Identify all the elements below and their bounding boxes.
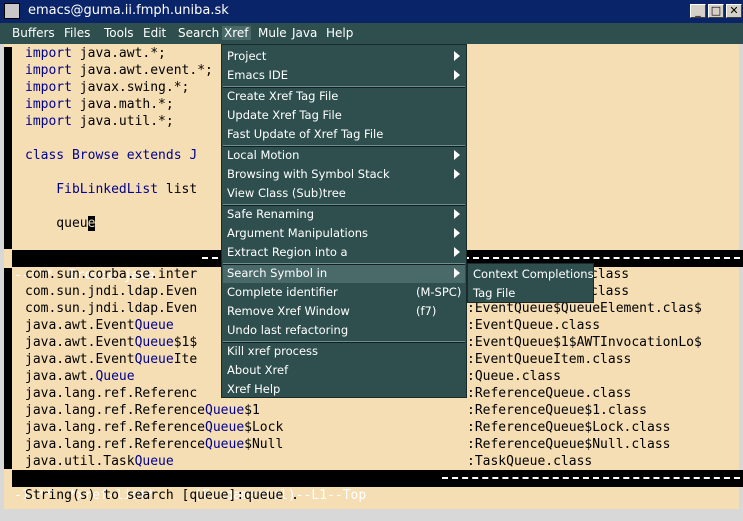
menu-separator [223, 204, 465, 206]
menu-xref[interactable]: Xref [222, 26, 251, 40]
mode-line-bottom[interactable]: -1:** *xref-list* (Fundamental)--L1--Top [12, 470, 743, 503]
list-item-file: class [590, 284, 630, 299]
menu-separator [223, 341, 465, 343]
menu-help[interactable]: Help [326, 26, 353, 40]
list-item-file: :EventQueueItem.class [467, 352, 632, 367]
code-line: class Browse extends J [25, 148, 198, 163]
close-button[interactable]: ✕ [726, 4, 742, 18]
list-item-file: :ReferenceQueue$Null.class [467, 437, 671, 452]
menu-item-symbol-stack[interactable]: Browsing with Symbol Stack [227, 167, 390, 181]
menu-item-argument-manipulations[interactable]: Argument Manipulations [227, 226, 368, 240]
maximize-button[interactable]: □ [708, 4, 724, 18]
code-line: FibLinkedList list [25, 182, 198, 197]
shortcut-label: (M-SPC) [416, 285, 462, 299]
list-item-file: :ReferenceQueue.class [467, 386, 632, 401]
menu-item-extract-region[interactable]: Extract Region into a [227, 245, 348, 259]
menu-files[interactable]: Files [64, 26, 90, 40]
code-line: queue [25, 216, 96, 231]
app-icon[interactable] [4, 3, 20, 19]
code-line: import java.awt.event.*; [25, 63, 213, 78]
submenu-arrow-icon [454, 247, 460, 257]
menu-tools[interactable]: Tools [104, 26, 134, 40]
menu-mule[interactable]: Mule [258, 26, 287, 40]
menu-item-update-tag-file[interactable]: Update Xref Tag File [227, 108, 342, 122]
xref-dropdown-menu: Project Emacs IDE Create Xref Tag File U… [221, 44, 467, 398]
menu-edit[interactable]: Edit [143, 26, 166, 40]
submenu-arrow-icon [454, 228, 460, 238]
submenu-item-context-completions[interactable]: Context Completions [473, 267, 594, 281]
menu-item-project[interactable]: Project [227, 49, 266, 63]
list-item: java.awt.Queue [25, 369, 135, 384]
menu-buffers[interactable]: Buffers [12, 26, 55, 40]
code-line: import java.util.*; [25, 114, 174, 129]
menu-item-create-tag-file[interactable]: Create Xref Tag File [227, 89, 338, 103]
submenu-arrow-icon [454, 70, 460, 80]
code-line: import java.awt.*; [25, 46, 166, 61]
window-title: emacs@guma.ii.fmph.uniba.sk [28, 3, 229, 18]
mode-line-dashes [442, 477, 740, 481]
menu-java[interactable]: Java [292, 26, 317, 40]
menu-item-remove-xref-window[interactable]: Remove Xref Window [227, 304, 350, 318]
menu-item-safe-renaming[interactable]: Safe Renaming [227, 207, 314, 221]
list-item: com.sun.jndi.ldap.Even [25, 301, 198, 316]
shortcut-label: (f7) [416, 304, 437, 318]
list-item: java.lang.ref.ReferenceQueue$1 [25, 403, 260, 418]
search-symbol-submenu: Context Completions Tag File [467, 263, 594, 303]
list-item-file: class [590, 267, 630, 282]
list-item: com.sun.corba.se.inter [25, 267, 198, 282]
menu-search[interactable]: Search [178, 26, 219, 40]
list-item: java.awt.EventQueue [25, 318, 174, 333]
menu-item-about-xref[interactable]: About Xref [227, 363, 288, 377]
list-item: com.sun.jndi.ldap.Even [25, 284, 198, 299]
list-item: java.lang.ref.ReferenceQueue$Null [25, 437, 284, 452]
submenu-arrow-icon [454, 150, 460, 160]
code-line: import java.math.*; [25, 97, 174, 112]
submenu-arrow-icon [454, 51, 460, 61]
submenu-arrow-icon [454, 169, 460, 179]
menu-item-search-symbol[interactable]: Search Symbol in [227, 266, 327, 280]
menu-item-complete-identifier[interactable]: Complete identifier [227, 285, 338, 299]
list-item: java.util.TaskQueue [25, 454, 174, 469]
code-line: import javax.swing.*; [25, 80, 190, 95]
menu-item-emacs-ide[interactable]: Emacs IDE [227, 68, 288, 82]
minimize-button[interactable]: _ [690, 4, 706, 18]
minibuffer[interactable]: String(s) to search [queue]:queue . [25, 487, 299, 504]
list-item-file: :EventQueue$1$AWTInvocationLo$ [467, 335, 702, 350]
menu-item-kill-xref[interactable]: Kill xref process [227, 344, 318, 358]
menu-item-fast-update[interactable]: Fast Update of Xref Tag File [227, 127, 383, 141]
list-item: java.awt.EventQueueIte [25, 352, 198, 367]
list-item-file: :Queue.class [467, 369, 561, 384]
menu-separator [223, 145, 465, 147]
menu-item-local-motion[interactable]: Local Motion [227, 148, 299, 162]
menu-item-undo-refactoring[interactable]: Undo last refactoring [227, 323, 348, 337]
submenu-arrow-icon [454, 268, 460, 278]
list-item-file: :ReferenceQueue$1.class [467, 403, 648, 418]
menu-separator [223, 86, 465, 88]
submenu-arrow-icon [454, 209, 460, 219]
text-cursor: e [87, 216, 96, 231]
left-fringe-bottom [4, 268, 12, 469]
title-bar: emacs@guma.ii.fmph.uniba.sk _ □ ✕ [0, 0, 743, 23]
list-item: java.awt.EventQueue$1$ [25, 335, 198, 350]
menu-item-view-class-tree[interactable]: View Class (Sub)tree [227, 186, 346, 200]
list-item: java.lang.ref.Referenc [25, 386, 198, 401]
left-fringe-top [4, 47, 12, 249]
list-item-file: :EventQueue.class [467, 318, 601, 333]
list-item-file: :TaskQueue.class [467, 454, 593, 469]
list-item: java.lang.ref.ReferenceQueue$Lock [25, 420, 284, 435]
menu-item-xref-help[interactable]: Xref Help [227, 382, 280, 396]
submenu-item-tag-file[interactable]: Tag File [473, 286, 515, 300]
menu-bar: Buffers Files Tools Edit Search Xref Mul… [0, 23, 743, 44]
list-item-file: :ReferenceQueue$Lock.class [467, 420, 671, 435]
